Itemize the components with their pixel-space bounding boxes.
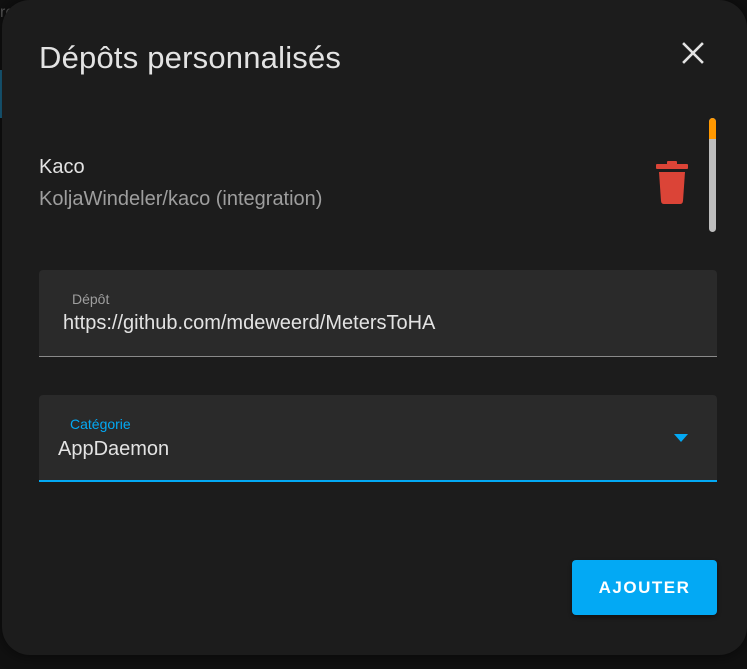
category-select-value: AppDaemon — [58, 438, 170, 460]
repository-field-label: Dépôt — [72, 291, 110, 307]
delete-repository-button[interactable] — [650, 158, 694, 208]
repository-list: Kaco KoljaWindeler/kaco (integration) — [2, 118, 747, 233]
repository-field[interactable]: Dépôt — [39, 270, 717, 357]
repository-full-name: KoljaWindeler/kaco (integration) — [39, 188, 323, 210]
scrollbar[interactable] — [709, 118, 717, 232]
dialog-title: Dépôts personnalisés — [39, 40, 342, 75]
repository-name: Kaco — [39, 156, 85, 178]
custom-repositories-dialog: Dépôts personnalisés Kaco KoljaWindeler/… — [2, 0, 747, 655]
scrollbar-thumb-highlight — [709, 118, 716, 139]
scrollbar-thumb[interactable] — [709, 118, 716, 232]
close-button[interactable] — [672, 32, 714, 74]
repository-input[interactable] — [63, 312, 683, 335]
category-select-label: Catégorie — [70, 416, 131, 432]
trash-icon — [656, 161, 688, 204]
category-select[interactable]: Catégorie AppDaemon — [39, 395, 717, 482]
add-button[interactable]: AJOUTER — [572, 560, 717, 615]
caret-down-icon — [674, 434, 688, 442]
close-icon — [682, 42, 704, 64]
